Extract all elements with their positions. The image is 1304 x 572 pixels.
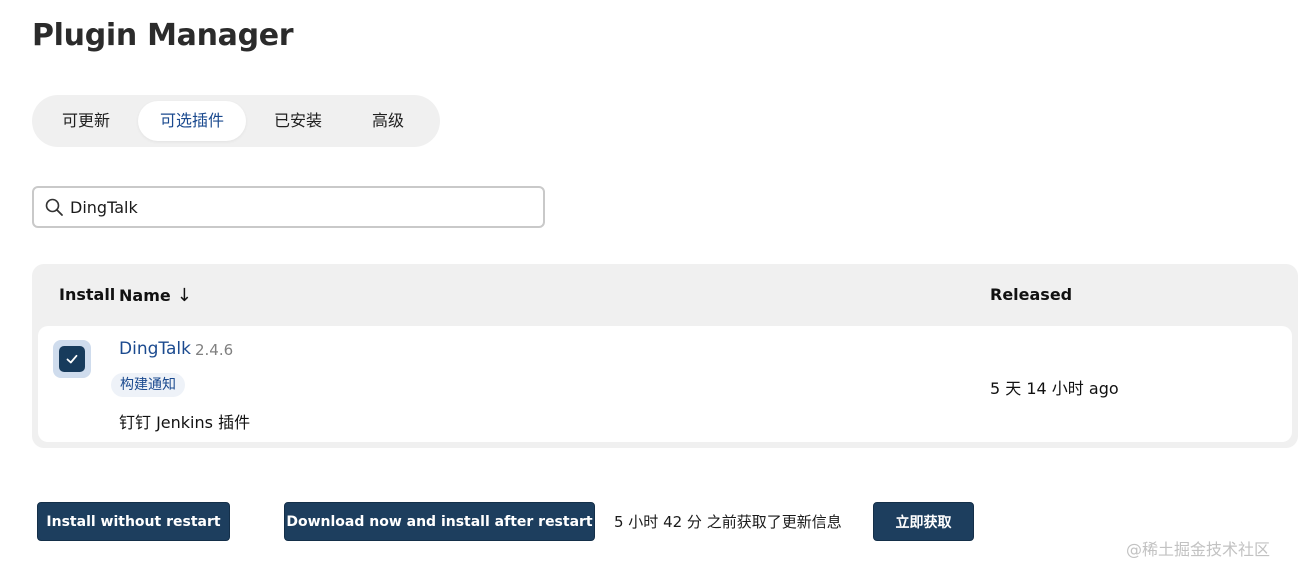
plugin-description: 钉钉 Jenkins 插件	[119, 413, 251, 432]
tab-advanced[interactable]: 高级	[350, 101, 426, 141]
column-header-released[interactable]: Released	[990, 285, 1072, 304]
search-input[interactable]	[70, 197, 510, 217]
plugin-category-tag[interactable]: 构建通知	[111, 373, 185, 397]
search-icon	[44, 197, 64, 217]
plugin-name-link[interactable]: DingTalk	[119, 339, 191, 359]
column-header-name[interactable]: Name ↓	[119, 285, 192, 306]
install-without-restart-button[interactable]: Install without restart	[37, 502, 230, 541]
checkmark-icon	[66, 354, 78, 364]
tab-installed[interactable]: 已安装	[252, 101, 344, 141]
page-title: Plugin Manager	[32, 18, 294, 53]
update-info-text: 5 小时 42 分 之前获取了更新信息	[614, 513, 842, 531]
tab-updates[interactable]: 可更新	[40, 101, 132, 141]
plugin-table: Install Name ↓ Released DingTalk 2.4.6 构建…	[32, 264, 1298, 448]
tab-available[interactable]: 可选插件	[138, 101, 247, 141]
download-install-after-restart-button[interactable]: Download now and install after restart	[284, 502, 595, 541]
column-header-name-label: Name	[119, 286, 171, 305]
install-checkbox[interactable]	[53, 340, 91, 378]
fetch-now-button[interactable]: 立即获取	[873, 502, 974, 541]
sort-arrow-icon: ↓	[176, 285, 192, 306]
plugin-version: 2.4.6	[195, 341, 234, 359]
watermark: @稀土掘金技术社区	[1126, 540, 1271, 559]
tab-bar: 可更新 可选插件 已安装 高级	[32, 95, 441, 147]
column-header-install[interactable]: Install	[59, 285, 115, 304]
table-row: DingTalk 2.4.6 构建通知 钉钉 Jenkins 插件 5 天 14…	[38, 326, 1292, 442]
search-box	[32, 186, 545, 228]
plugin-released: 5 天 14 小时 ago	[990, 379, 1119, 398]
checkbox-box	[59, 346, 85, 372]
